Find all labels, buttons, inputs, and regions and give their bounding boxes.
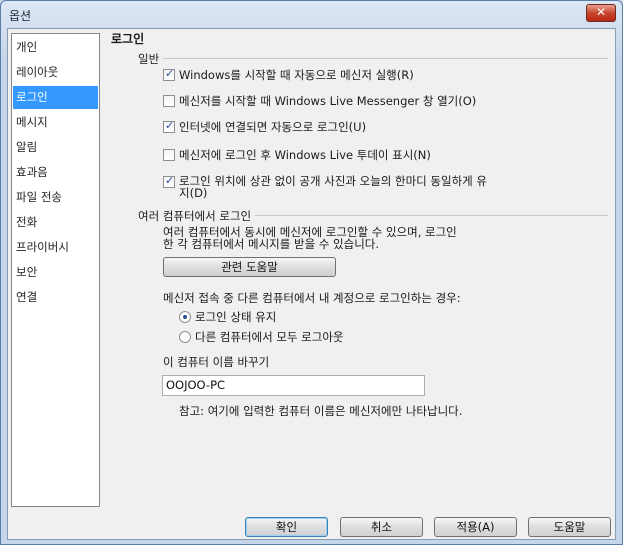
sidebar-item-security[interactable]: 보안: [13, 261, 98, 284]
multi-desc-line2: 한 각 컴퓨터에서 메시지를 받을 수 있습니다.: [163, 237, 380, 251]
sync-profile-label-line1: 로그인 위치에 상관 없이 공개 사진과 오늘의 한마디 동일하게 유: [179, 174, 487, 188]
category-list[interactable]: 개인 레이아웃 로그인 메시지 알림 효과음 파일 전송 전화 프라이버시 보안…: [11, 33, 100, 507]
sidebar-item-connection[interactable]: 연결: [13, 286, 98, 309]
apply-button[interactable]: 적용(A): [434, 517, 517, 537]
help-button[interactable]: 도움말: [528, 517, 611, 537]
auto-login-label: 인터넷에 연결되면 자동으로 로그인(U): [179, 120, 367, 134]
show-today-checkbox[interactable]: [163, 149, 175, 161]
title-bar[interactable]: 옵션 ✕: [1, 1, 622, 29]
related-help-button[interactable]: 관련 도움말: [163, 257, 336, 277]
computer-name-note: 참고: 여기에 입력한 컴퓨터 이름은 메신저에만 나타납니다.: [179, 404, 463, 418]
sidebar-item-file-transfer[interactable]: 파일 전송: [13, 186, 98, 209]
options-window: 옵션 ✕ 개인 레이아웃 로그인 메시지 알림 효과음 파일 전송 전화 프라이…: [0, 0, 623, 545]
open-window-label: 메신저를 시작할 때 Windows Live Messenger 창 열기(O…: [179, 94, 477, 108]
page-title: 로그인: [111, 32, 145, 46]
stay-logged-in-label: 로그인 상태 유지: [195, 310, 277, 324]
auto-login-checkbox[interactable]: [163, 119, 175, 133]
stay-logged-in-radio[interactable]: [179, 311, 191, 323]
rename-computer-label: 이 컴퓨터 이름 바꾸기: [163, 355, 270, 369]
window-title: 옵션: [9, 9, 32, 23]
cancel-button[interactable]: 취소: [340, 517, 423, 537]
general-divider: [138, 58, 608, 59]
logout-others-radio[interactable]: [179, 331, 191, 343]
multi-question: 메신저 접속 중 다른 컴퓨터에서 내 계정으로 로그인하는 경우:: [163, 291, 461, 305]
general-group-label: 일반: [138, 51, 164, 67]
sidebar-item-alerts[interactable]: 알림: [13, 136, 98, 159]
ok-button[interactable]: 확인: [245, 517, 328, 537]
multi-group-label: 여러 컴퓨터에서 로그인: [138, 208, 256, 224]
sidebar-item-phone[interactable]: 전화: [13, 211, 98, 234]
sidebar-item-login[interactable]: 로그인: [13, 86, 98, 109]
close-icon: ✕: [595, 5, 607, 19]
sidebar-item-messages[interactable]: 메시지: [13, 111, 98, 134]
close-button[interactable]: ✕: [586, 4, 616, 22]
sidebar-item-sounds[interactable]: 효과음: [13, 161, 98, 184]
settings-panel: 로그인 일반 Windows를 시작할 때 자동으로 메신저 실행(R) 메신저…: [108, 29, 613, 509]
sidebar-item-privacy[interactable]: 프라이버시: [13, 236, 98, 259]
auto-start-label: Windows를 시작할 때 자동으로 메신저 실행(R): [179, 68, 414, 82]
sync-profile-checkbox[interactable]: [163, 174, 175, 188]
computer-name-field[interactable]: OOJOO-PC: [162, 375, 425, 396]
open-window-checkbox[interactable]: [163, 95, 175, 107]
sync-profile-label-line2: 지(D): [179, 186, 208, 200]
show-today-label: 메신저에 로그인 후 Windows Live 투데이 표시(N): [179, 148, 431, 162]
sidebar-item-personal[interactable]: 개인: [13, 36, 98, 59]
logout-others-label: 다른 컴퓨터에서 모두 로그아웃: [195, 330, 344, 344]
sidebar-item-layout[interactable]: 레이아웃: [13, 61, 98, 84]
dialog-client: 개인 레이아웃 로그인 메시지 알림 효과음 파일 전송 전화 프라이버시 보안…: [7, 28, 616, 540]
auto-start-checkbox[interactable]: [163, 67, 175, 81]
